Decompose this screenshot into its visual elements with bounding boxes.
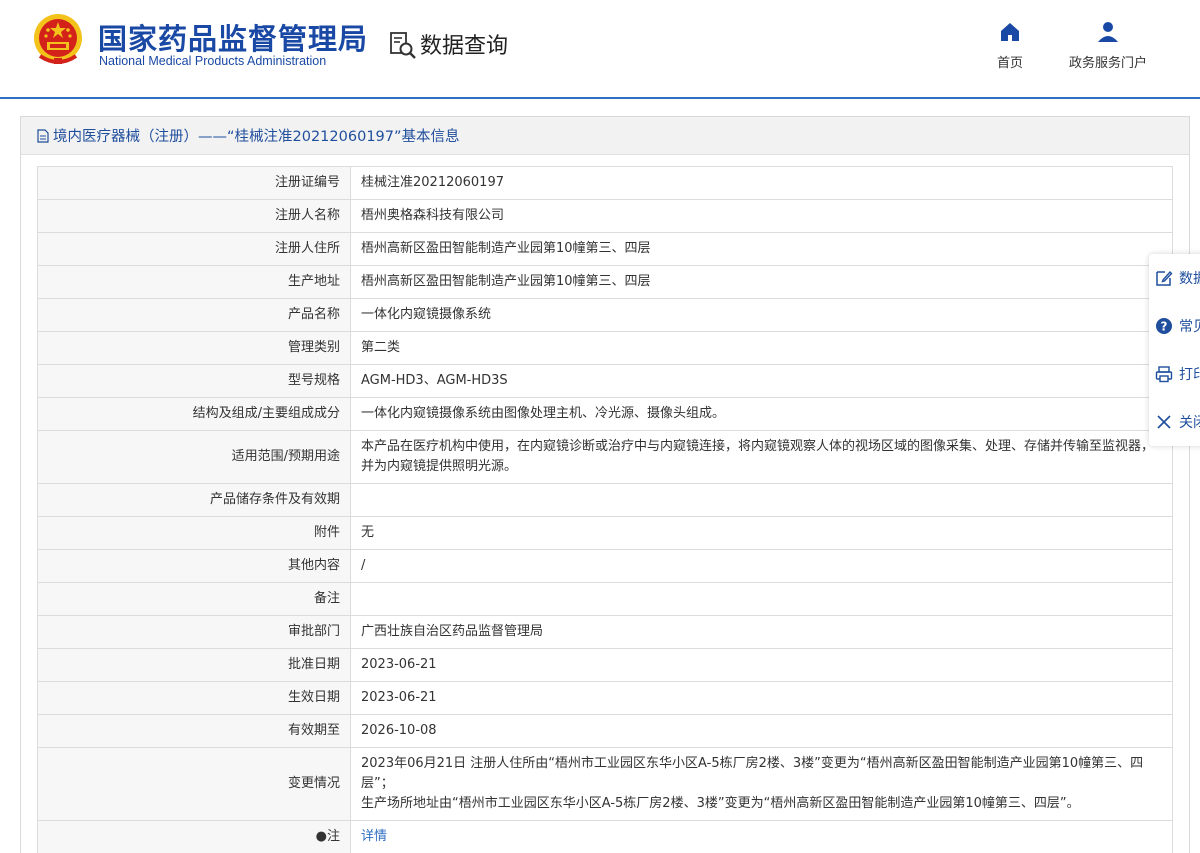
table-row: 产品名称 一体化内窥镜摄像系统 <box>38 299 1173 332</box>
site-header: 国家药品监督管理局 National Medical Products Admi… <box>0 0 1200 98</box>
field-label: 批准日期 <box>38 649 351 682</box>
nav-home-label: 首页 <box>997 56 1023 71</box>
table-row: 产品储存条件及有效期 <box>38 484 1173 517</box>
home-icon <box>998 20 1022 44</box>
agency-name-en: National Medical Products Administration <box>99 54 326 68</box>
data-query-icon <box>388 30 418 60</box>
table-row: 适用范围/预期用途 本产品在医疗机构中使用，在内窥镜诊断或治疗中与内窥镜连接，将… <box>38 431 1173 484</box>
info-table: 注册证编号 桂械注准20212060197 注册人名称 梧州奥格森科技有限公司 … <box>37 166 1173 853</box>
print-icon <box>1155 365 1173 383</box>
side-item-close[interactable]: 关闭 <box>1149 398 1200 446</box>
edit-icon <box>1155 269 1173 287</box>
field-label: 备注 <box>38 583 351 616</box>
field-label: 生效日期 <box>38 682 351 715</box>
field-value: 梧州高新区盈田智能制造产业园第10幢第三、四层 <box>351 233 1173 266</box>
field-value: 一体化内窥镜摄像系统 <box>351 299 1173 332</box>
nav-service-portal[interactable]: 政务服务门户 <box>1062 20 1154 71</box>
field-value: 2026-10-08 <box>351 715 1173 748</box>
field-label: 注册证编号 <box>38 167 351 200</box>
field-label: 生产地址 <box>38 266 351 299</box>
field-label: 型号规格 <box>38 365 351 398</box>
field-value: 本产品在医疗机构中使用，在内窥镜诊断或治疗中与内窥镜连接，将内窥镜观察人体的视场… <box>351 431 1173 484</box>
change-history: 2023年06月21日 注册人住所由“梧州市工业园区东华小区A-5栋厂房2楼、3… <box>351 748 1173 821</box>
side-item-label: 打印 <box>1179 364 1200 384</box>
table-row: 注册人名称 梧州奥格森科技有限公司 <box>38 200 1173 233</box>
table-row: 注册人住所 梧州高新区盈田智能制造产业园第10幢第三、四层 <box>38 233 1173 266</box>
change-line-2: 生产场所地址由“梧州市工业园区东华小区A-5栋厂房2楼、3楼”变更为“梧州高新区… <box>361 794 1164 814</box>
nav-home[interactable]: 首页 <box>990 20 1030 71</box>
table-row: 审批部门 广西壮族自治区药品监督管理局 <box>38 616 1173 649</box>
table-row: ●注 详情 <box>38 821 1173 853</box>
side-item-data[interactable]: 数据 <box>1149 254 1200 302</box>
field-value: 梧州奥格森科技有限公司 <box>351 200 1173 233</box>
close-icon <box>1155 413 1173 431</box>
header-divider <box>0 97 1200 99</box>
field-label: 有效期至 <box>38 715 351 748</box>
side-item-label: 关闭 <box>1179 412 1200 432</box>
table-row: 附件 无 <box>38 517 1173 550</box>
side-item-print[interactable]: 打印 <box>1149 350 1200 398</box>
field-label: 变更情况 <box>38 748 351 821</box>
table-row: 管理类别 第二类 <box>38 332 1173 365</box>
field-label: 附件 <box>38 517 351 550</box>
field-value: 梧州高新区盈田智能制造产业园第10幢第三、四层 <box>351 266 1173 299</box>
national-emblem-icon <box>32 12 84 68</box>
field-label: 结构及组成/主要组成成分 <box>38 398 351 431</box>
detail-link[interactable]: 详情 <box>361 829 387 844</box>
table-row: 备注 <box>38 583 1173 616</box>
section-title: 数据查询 <box>420 28 508 60</box>
field-label: 适用范围/预期用途 <box>38 431 351 484</box>
field-value: / <box>351 550 1173 583</box>
field-label: ●注 <box>38 821 351 853</box>
field-value: 2023-06-21 <box>351 649 1173 682</box>
field-label: 产品名称 <box>38 299 351 332</box>
question-icon: ? <box>1155 317 1173 335</box>
side-item-label: 常见 <box>1179 316 1200 336</box>
field-value: 无 <box>351 517 1173 550</box>
document-icon <box>37 129 49 143</box>
field-label: 产品储存条件及有效期 <box>38 484 351 517</box>
table-row: 其他内容 / <box>38 550 1173 583</box>
table-row: 批准日期 2023-06-21 <box>38 649 1173 682</box>
nav-service-portal-label: 政务服务门户 <box>1069 56 1147 71</box>
table-row: 变更情况 2023年06月21日 注册人住所由“梧州市工业园区东华小区A-5栋厂… <box>38 748 1173 821</box>
field-label: 注册人住所 <box>38 233 351 266</box>
table-row: 结构及组成/主要组成成分 一体化内窥镜摄像系统由图像处理主机、冷光源、摄像头组成… <box>38 398 1173 431</box>
panel-header: 境内医疗器械（注册）——“桂械注准20212060197”基本信息 <box>21 117 1189 155</box>
field-label: 其他内容 <box>38 550 351 583</box>
change-line-1: 2023年06月21日 注册人住所由“梧州市工业园区东华小区A-5栋厂房2楼、3… <box>361 754 1164 794</box>
field-value <box>351 583 1173 616</box>
field-value: 2023-06-21 <box>351 682 1173 715</box>
panel-title: 境内医疗器械（注册）——“桂械注准20212060197”基本信息 <box>53 125 460 146</box>
field-value: 第二类 <box>351 332 1173 365</box>
field-value: AGM-HD3、AGM-HD3S <box>351 365 1173 398</box>
field-value <box>351 484 1173 517</box>
table-row: 生效日期 2023-06-21 <box>38 682 1173 715</box>
table-row: 注册证编号 桂械注准20212060197 <box>38 167 1173 200</box>
field-label: 审批部门 <box>38 616 351 649</box>
table-row: 型号规格 AGM-HD3、AGM-HD3S <box>38 365 1173 398</box>
table-row: 生产地址 梧州高新区盈田智能制造产业园第10幢第三、四层 <box>38 266 1173 299</box>
field-label: 注册人名称 <box>38 200 351 233</box>
field-value: 广西壮族自治区药品监督管理局 <box>351 616 1173 649</box>
side-item-label: 数据 <box>1179 268 1200 288</box>
field-value: 桂械注准20212060197 <box>351 167 1173 200</box>
field-value: 一体化内窥镜摄像系统由图像处理主机、冷光源、摄像头组成。 <box>351 398 1173 431</box>
svg-text:?: ? <box>1161 320 1168 334</box>
user-icon <box>1096 20 1120 44</box>
detail-panel: 境内医疗器械（注册）——“桂械注准20212060197”基本信息 注册证编号 … <box>20 116 1190 853</box>
side-toolbar: 数据 ? 常见 打印 关闭 <box>1149 254 1200 446</box>
field-label: 管理类别 <box>38 332 351 365</box>
agency-name-cn: 国家药品监督管理局 <box>98 16 368 58</box>
table-row: 有效期至 2026-10-08 <box>38 715 1173 748</box>
side-item-faq[interactable]: ? 常见 <box>1149 302 1200 350</box>
